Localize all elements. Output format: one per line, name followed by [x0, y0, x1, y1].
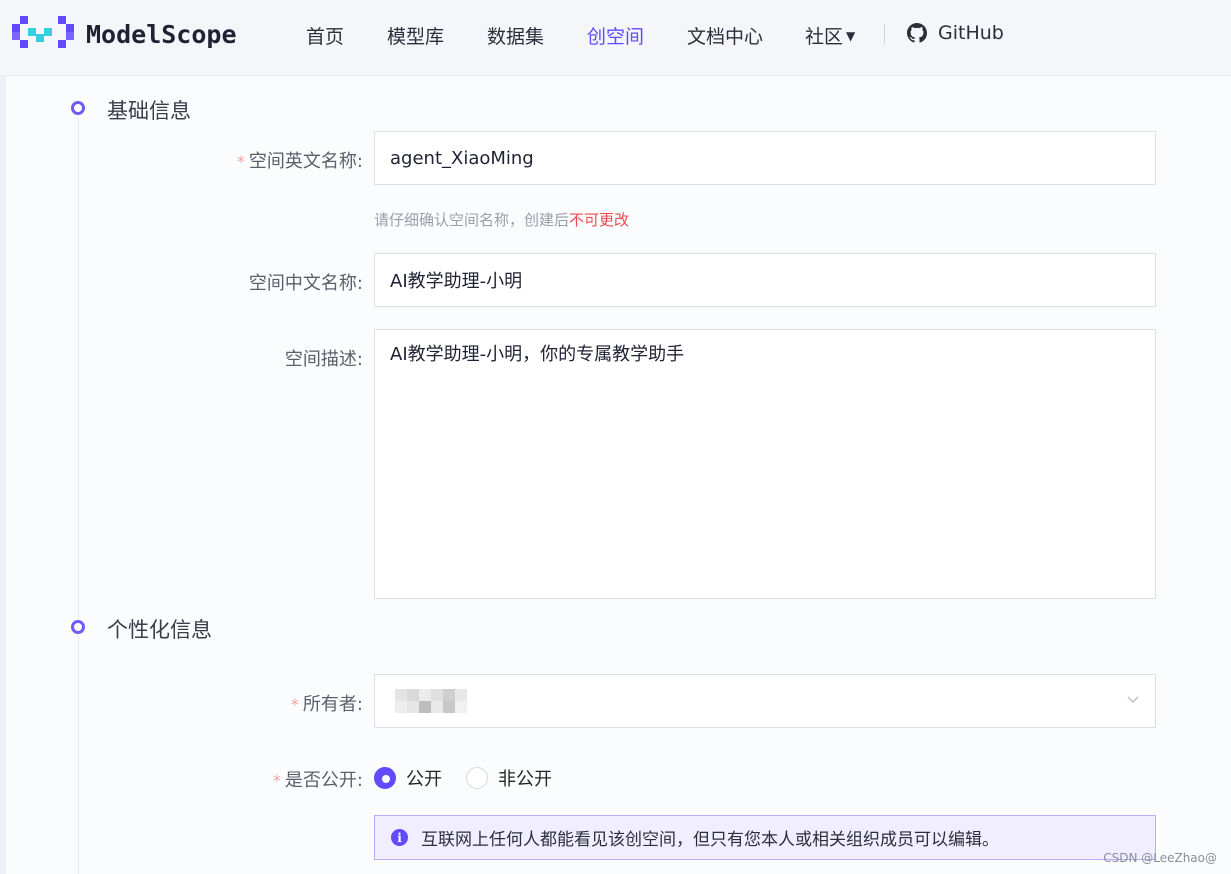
nav-home[interactable]: 首页	[306, 22, 344, 49]
description-label: 空间描述:	[284, 349, 363, 370]
top-navbar: ModelScope 首页 模型库 数据集 创空间 文档中心 社区 ▼ GitHu…	[0, 0, 1231, 76]
description-textarea[interactable]: AI教学助理-小明，你的专属教学助手	[374, 329, 1156, 599]
github-link[interactable]: GitHub	[907, 22, 1004, 44]
info-icon: i	[391, 829, 408, 846]
chevron-down-icon	[1127, 696, 1139, 703]
logo-mark-icon	[12, 16, 74, 48]
required-asterisk: *	[236, 152, 245, 171]
visibility-label: * 是否公开:	[273, 766, 363, 792]
owner-select[interactable]	[374, 674, 1156, 728]
visibility-label-text: 是否公开:	[284, 770, 363, 791]
en-name-label-text: 空间英文名称:	[248, 151, 363, 172]
radio-checked-icon	[374, 767, 396, 789]
owner-label-text: 所有者:	[302, 694, 363, 715]
nav-divider	[884, 24, 885, 44]
en-name-label: * 空间英文名称:	[237, 147, 363, 173]
logo-text: ModelScope	[86, 19, 237, 49]
nav-datasets[interactable]: 数据集	[487, 22, 544, 49]
section-title-personal: 个性化信息	[107, 618, 212, 642]
radio-private-label: 非公开	[498, 769, 552, 790]
visibility-info-text: 互联网上任何人都能看见该创空间，但只有您本人或相关组织成员可以编辑。	[421, 830, 999, 850]
visibility-info-alert: i 互联网上任何人都能看见该创空间，但只有您本人或相关组织成员可以编辑。	[374, 815, 1156, 860]
cn-name-label: 空间中文名称:	[248, 273, 363, 294]
section-timeline	[78, 116, 79, 874]
en-name-input[interactable]: agent_XiaoMing	[374, 131, 1156, 185]
en-name-hint-text: 请仔细确认空间名称，创建后	[374, 211, 570, 229]
nav-docs[interactable]: 文档中心	[687, 22, 763, 49]
section-title-basic: 基础信息	[107, 99, 191, 123]
cn-name-input[interactable]: AI教学助理-小明	[374, 253, 1156, 307]
github-icon	[907, 23, 927, 43]
modelscope-logo[interactable]: ModelScope	[12, 16, 237, 52]
owner-label: * 所有者:	[291, 690, 363, 716]
section-dot	[71, 620, 85, 634]
section-dot	[71, 101, 85, 115]
nav-community-label: 社区	[805, 26, 844, 48]
en-name-hint-warning: 不可更改	[569, 211, 630, 229]
caret-down-icon: ▼	[846, 29, 856, 43]
nav-models[interactable]: 模型库	[387, 22, 444, 49]
required-asterisk: *	[290, 695, 299, 714]
radio-public[interactable]: 公开	[374, 765, 442, 791]
radio-public-label: 公开	[406, 769, 442, 790]
nav-community[interactable]: 社区 ▼	[805, 22, 855, 49]
radio-private[interactable]: 非公开	[466, 765, 552, 791]
required-asterisk: *	[272, 771, 281, 790]
en-name-hint: 请仔细确认空间名称，创建后不可更改	[374, 209, 629, 230]
watermark: CSDN @LeeZhao@	[1103, 851, 1217, 865]
owner-value-blurred	[395, 687, 475, 715]
radio-unchecked-icon	[466, 767, 488, 789]
github-label: GitHub	[938, 22, 1004, 44]
nav-studios[interactable]: 创空间	[587, 22, 644, 49]
